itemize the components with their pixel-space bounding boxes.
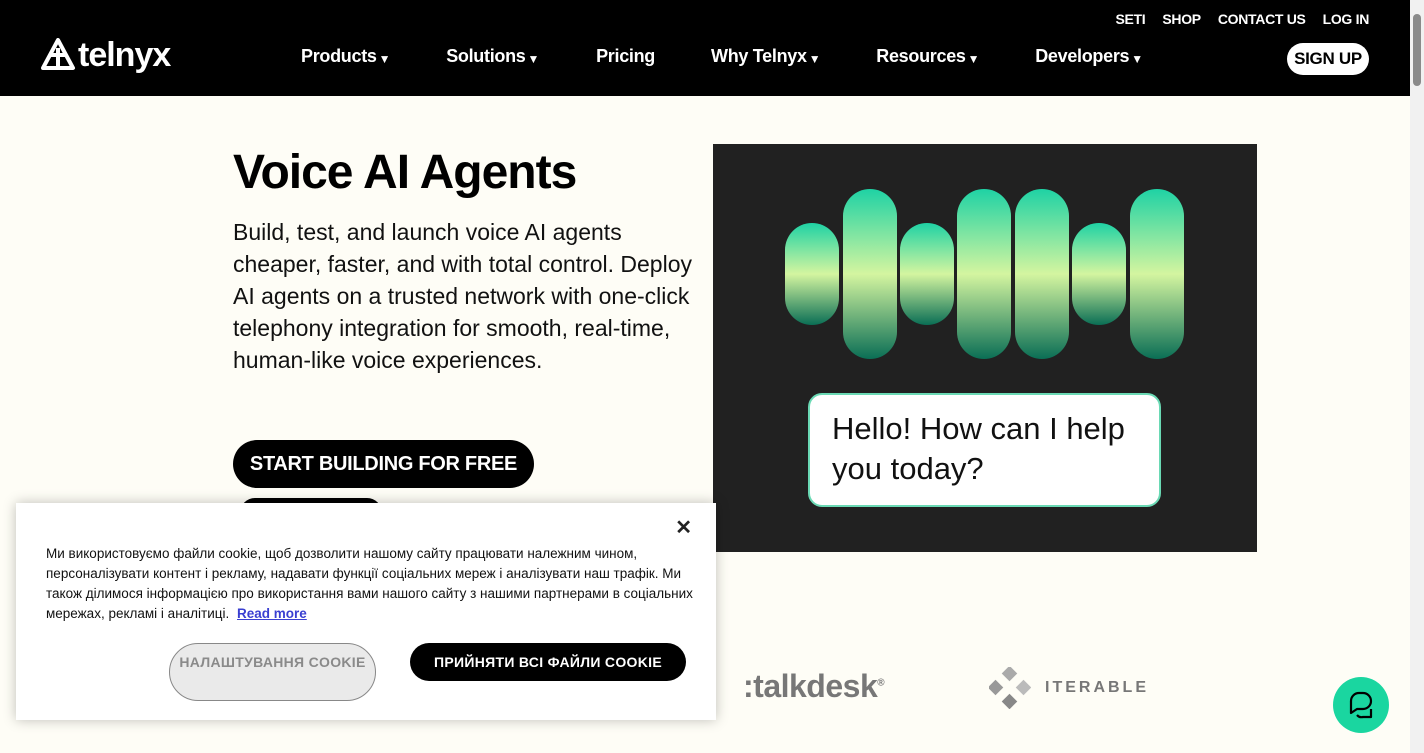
- page-title: Voice AI Agents: [233, 146, 577, 199]
- chevron-down-icon: ▼: [378, 51, 391, 66]
- hero-description: Build, test, and launch voice AI agents …: [233, 219, 692, 373]
- util-link-shop[interactable]: SHOP: [1162, 11, 1201, 27]
- util-link-log-in[interactable]: LOG IN: [1323, 11, 1370, 27]
- nav-resources-label: Resources: [876, 46, 966, 66]
- scrollbar-thumb[interactable]: [1413, 14, 1421, 86]
- iterable-wordmark: ITERABLE: [1045, 679, 1149, 696]
- chevron-down-icon: ▼: [808, 51, 821, 66]
- telnyx-logo[interactable]: telnyx: [40, 36, 171, 74]
- chat-icon: [1349, 691, 1373, 719]
- waveform-bar: [785, 223, 839, 325]
- nav-developers-label: Developers: [1035, 46, 1130, 66]
- close-icon[interactable]: ✕: [675, 515, 692, 540]
- cookie-text-block: Ми використовуємо файли cookie, щоб дозв…: [46, 544, 696, 624]
- chevron-down-icon: ▼: [527, 51, 540, 66]
- iterable-logo: ITERABLE: [989, 667, 1149, 709]
- nav-resources[interactable]: Resources ▼: [876, 46, 979, 67]
- waveform-bar: [1015, 189, 1069, 359]
- nav-products[interactable]: Products ▼: [301, 46, 390, 67]
- telnyx-logo-icon: [41, 38, 75, 70]
- nav-products-label: Products: [301, 46, 377, 66]
- waveform-bar: [843, 189, 897, 359]
- chevron-down-icon: ▼: [1131, 51, 1143, 66]
- waveform-bar: [1072, 223, 1126, 325]
- cookie-banner: ✕ Ми використовуємо файли cookie, щоб до…: [16, 503, 716, 720]
- sign-up-button[interactable]: SIGN UP: [1287, 43, 1369, 75]
- waveform-bar: [1130, 189, 1184, 359]
- chat-widget-button[interactable]: [1333, 677, 1389, 733]
- hero-media: Hello! How can I help you today?: [713, 144, 1257, 552]
- iterable-mark-icon: [989, 667, 1031, 709]
- logo-wordmark: telnyx: [78, 36, 171, 74]
- util-link-contact-us[interactable]: CONTACT US: [1218, 11, 1306, 27]
- cookie-message: Ми використовуємо файли cookie, щоб дозв…: [46, 546, 693, 621]
- talkdesk-wordmark: :talkdesk: [743, 668, 878, 704]
- main-nav: Products ▼ Solutions ▼ Pricing Why Telny…: [301, 46, 1143, 67]
- utility-nav: SETI SHOP CONTACT US LOG IN: [1115, 11, 1369, 27]
- nav-solutions-label: Solutions: [446, 46, 526, 66]
- util-link-seti[interactable]: SETI: [1115, 11, 1145, 27]
- chevron-down-icon: ▼: [967, 51, 980, 66]
- cookie-settings-button[interactable]: НАЛАШТУВАННЯ COOKIE: [169, 643, 376, 701]
- nav-why-telnyx-label: Why Telnyx: [711, 46, 807, 66]
- read-more-link[interactable]: Read more: [237, 606, 307, 621]
- nav-why-telnyx[interactable]: Why Telnyx ▼: [711, 46, 821, 67]
- waveform-bar: [957, 189, 1011, 359]
- site-header: telnyx SETI SHOP CONTACT US LOG IN Produ…: [0, 0, 1410, 96]
- accept-all-cookies-button[interactable]: ПРИЙНЯТИ ВСІ ФАЙЛИ COOKIE: [410, 643, 686, 681]
- registered-mark: ®: [877, 677, 885, 689]
- nav-solutions[interactable]: Solutions ▼: [446, 46, 539, 67]
- nav-developers[interactable]: Developers ▼: [1035, 46, 1143, 67]
- nav-pricing-label: Pricing: [596, 46, 655, 66]
- waveform-bar: [900, 223, 954, 325]
- page-scrollbar[interactable]: [1410, 0, 1424, 753]
- start-building-button[interactable]: START BUILDING FOR FREE: [233, 440, 534, 488]
- nav-pricing[interactable]: Pricing: [596, 46, 655, 67]
- chat-bubble: Hello! How can I help you today?: [808, 393, 1161, 507]
- talkdesk-logo: :talkdesk®: [743, 668, 885, 705]
- voice-waveform: [785, 189, 1184, 359]
